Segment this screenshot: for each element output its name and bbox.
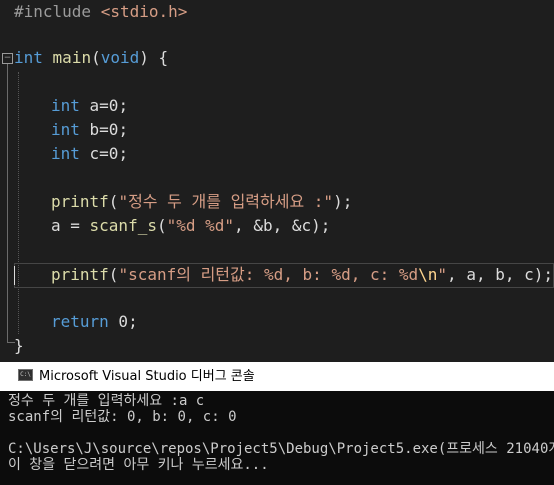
call-args: , a, b, c); (447, 265, 554, 284)
function-call: printf (51, 265, 109, 284)
fold-guide (7, 64, 8, 342)
open-paren: ( (108, 265, 119, 284)
console-title: Microsoft Visual Studio 디버그 콘솔 (39, 369, 255, 384)
string-literal-end: " (437, 265, 448, 284)
return-keyword: return (51, 312, 109, 331)
call-close: ); (333, 192, 353, 211)
type-keyword: int (51, 120, 80, 139)
string-literal: "%d %d" (166, 216, 235, 235)
param-type: void (100, 48, 140, 67)
code-line-include: #include <stdio.h> (14, 0, 187, 24)
indent-guide (18, 72, 19, 334)
code-line-return: return 0; (51, 310, 138, 334)
function-call: printf (51, 192, 109, 211)
return-value: 0; (108, 312, 138, 331)
return-type: int (14, 48, 43, 67)
decl-rest: a=0; (79, 96, 129, 115)
console-output-line: scanf의 리턴값: 0, b: 0, c: 0 (8, 409, 237, 425)
debug-console-window[interactable]: C:\ Microsoft Visual Studio 디버그 콘솔 정수 두 … (0, 362, 554, 485)
code-line-decl-c: int c=0; (51, 142, 128, 166)
decl-rest: b=0; (79, 120, 129, 139)
type-keyword: int (51, 96, 80, 115)
text-caret (14, 266, 15, 285)
code-editor[interactable]: − #include <stdio.h> int main(void) { in… (0, 0, 554, 362)
function-name: main (52, 48, 92, 67)
signature-close: ) { (139, 48, 169, 67)
preprocessor-directive: #include (14, 2, 92, 21)
include-header: <stdio.h> (100, 2, 188, 21)
string-literal: "scanf의 리턴값: %d, b: %d, c: %d (118, 265, 419, 284)
console-titlebar[interactable]: C:\ Microsoft Visual Studio 디버그 콘솔 (0, 362, 554, 391)
open-paren: ( (108, 192, 119, 211)
escape-sequence: \n (418, 265, 438, 284)
collapse-toggle-icon[interactable]: − (2, 53, 13, 64)
string-literal: "정수 두 개를 입력하세요 :" (118, 192, 334, 211)
code-line-close-brace: } (14, 336, 24, 355)
assignment-lhs: a = (51, 216, 90, 235)
call-args: , &b, &c); (234, 216, 331, 235)
decl-rest: c=0; (79, 144, 129, 163)
function-call: scanf_s (89, 216, 157, 235)
console-app-icon: C:\ (18, 369, 33, 381)
code-line-decl-b: int b=0; (51, 118, 128, 142)
code-line-scanf: a = scanf_s("%d %d", &b, &c); (51, 214, 330, 238)
open-paren: ( (156, 216, 167, 235)
code-line-decl-a: int a=0; (51, 94, 128, 118)
code-line-printf-prompt: printf("정수 두 개를 입력하세요 :"); (51, 190, 352, 214)
console-output-line: 이 창을 닫으려면 아무 키나 누르세요... (8, 457, 269, 473)
code-line-printf-result: printf("scanf의 리턴값: %d, b: %d, c: %d\n",… (51, 263, 553, 287)
code-line-main-signature: int main(void) { (14, 46, 168, 70)
type-keyword: int (51, 144, 80, 163)
open-paren: ( (91, 48, 101, 67)
